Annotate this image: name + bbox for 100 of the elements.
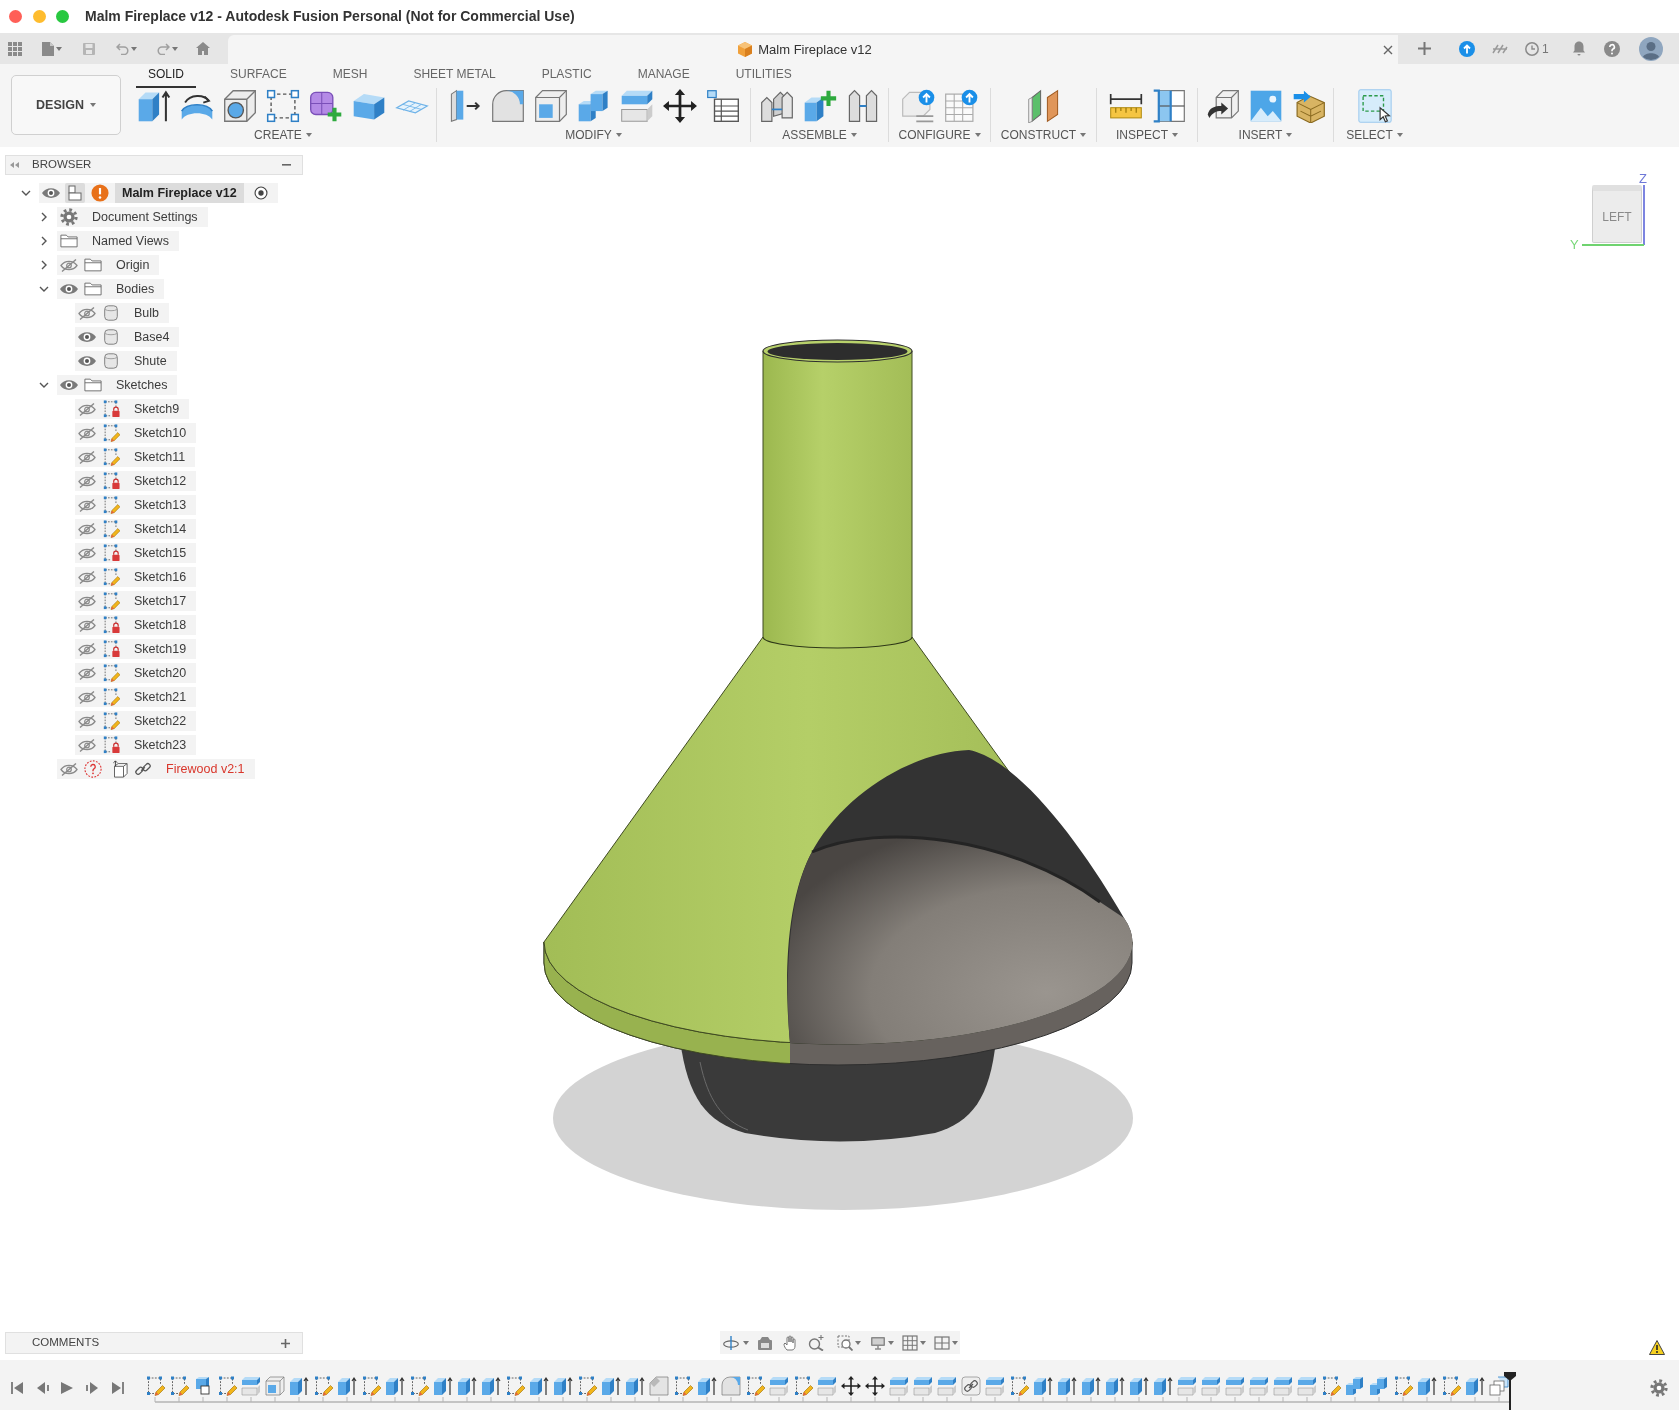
- help-icon[interactable]: [1603, 40, 1620, 57]
- tree-item[interactable]: Sketch18: [75, 615, 197, 635]
- eye-slash-icon[interactable]: [78, 570, 96, 584]
- cube-plus-icon[interactable]: [802, 89, 837, 123]
- two-cubes-icon[interactable]: [576, 89, 611, 123]
- joint-parts-icon[interactable]: [759, 89, 794, 123]
- tree-item[interactable]: Sketch12: [75, 471, 197, 491]
- step-forward-icon[interactable]: [86, 1382, 98, 1394]
- eye-slash-icon[interactable]: [78, 546, 96, 560]
- eye-slash-icon[interactable]: [78, 666, 96, 680]
- chevron-right-icon[interactable]: [41, 260, 47, 270]
- caret-icon[interactable]: [855, 1340, 861, 1345]
- tree-item[interactable]: Firewood v2:1: [57, 759, 255, 779]
- hand-icon[interactable]: [783, 1334, 799, 1351]
- image-icon[interactable]: [1248, 89, 1283, 123]
- tree-item[interactable]: Sketch20: [75, 663, 197, 683]
- dashed-frame-icon[interactable]: [266, 89, 300, 123]
- tool-group-menu[interactable]: SELECT: [1346, 128, 1403, 142]
- eye-slash-icon[interactable]: [78, 450, 96, 464]
- dashed-frame-pencil-icon[interactable]: [409, 1376, 429, 1396]
- overlapping-squares-icon[interactable]: [1489, 1376, 1509, 1396]
- cube-square-icon[interactable]: [193, 1376, 213, 1396]
- workspace-tab[interactable]: MANAGE: [625, 64, 702, 88]
- dashed-frame-pencil-icon[interactable]: [1321, 1376, 1341, 1396]
- two-cubes-icon[interactable]: [1345, 1376, 1365, 1396]
- move-arrows-icon[interactable]: [662, 89, 697, 123]
- eye-slash-icon[interactable]: [78, 594, 96, 608]
- sliders-badge-icon[interactable]: [901, 89, 935, 123]
- chain-link-icon[interactable]: [961, 1376, 981, 1396]
- eye-slash-icon[interactable]: [60, 258, 78, 272]
- stacked-slabs-icon[interactable]: [889, 1376, 909, 1396]
- tool-group-menu[interactable]: MODIFY: [565, 128, 622, 142]
- skip-to-end-icon[interactable]: [112, 1382, 124, 1394]
- box-hole-icon[interactable]: [223, 89, 257, 123]
- stacked-slabs-icon[interactable]: [985, 1376, 1005, 1396]
- dashed-frame-pencil-icon[interactable]: [361, 1376, 381, 1396]
- hollow-box-icon[interactable]: [533, 89, 568, 123]
- tree-item[interactable]: Bodies: [57, 279, 165, 299]
- tree-item[interactable]: Sketch21: [75, 687, 197, 707]
- eye-icon[interactable]: [42, 188, 60, 198]
- beveled-block-icon[interactable]: [649, 1376, 669, 1396]
- stacked-slabs-icon[interactable]: [937, 1376, 957, 1396]
- redo-icon[interactable]: [157, 42, 170, 55]
- tool-group-menu[interactable]: INSPECT: [1116, 128, 1178, 142]
- tree-item[interactable]: Sketch22: [75, 711, 197, 731]
- workspace-tab[interactable]: SHEET METAL: [401, 64, 508, 88]
- workspace-tab[interactable]: MESH: [320, 64, 380, 88]
- table-badge-icon[interactable]: [944, 89, 978, 123]
- move-arrows-icon[interactable]: [865, 1376, 885, 1396]
- rounded-block-icon[interactable]: [490, 89, 525, 123]
- stacked-slabs-icon[interactable]: [817, 1376, 837, 1396]
- stacked-slabs-icon[interactable]: [1273, 1376, 1293, 1396]
- plus-icon[interactable]: [281, 1338, 290, 1348]
- minimize-icon[interactable]: [282, 164, 291, 166]
- tree-item[interactable]: Shute: [75, 351, 177, 371]
- rounded-cube-plus-icon[interactable]: [309, 89, 343, 123]
- tool-group-menu[interactable]: CREATE: [254, 128, 312, 142]
- warning-icon[interactable]: [1649, 1340, 1665, 1355]
- parameter-table-icon[interactable]: [705, 89, 740, 123]
- dashed-frame-pencil-icon[interactable]: [217, 1376, 237, 1396]
- eye-icon[interactable]: [78, 356, 96, 366]
- caret-icon[interactable]: [920, 1340, 926, 1345]
- eye-slash-icon[interactable]: [78, 690, 96, 704]
- stacked-slabs-icon[interactable]: [619, 89, 654, 123]
- upload-icon[interactable]: [1459, 40, 1475, 57]
- chevron-down-icon[interactable]: [39, 286, 49, 292]
- close-window-icon[interactable]: [9, 10, 22, 23]
- tool-group-menu[interactable]: ASSEMBLE: [782, 128, 857, 142]
- workspace-tab[interactable]: UTILITIES: [723, 64, 804, 88]
- zoom-window-icon[interactable]: [56, 10, 69, 23]
- tree-item[interactable]: Sketch23: [75, 735, 197, 755]
- stacked-slabs-icon[interactable]: [1297, 1376, 1317, 1396]
- tree-item[interactable]: Sketch14: [75, 519, 197, 539]
- two-cubes-icon[interactable]: [1369, 1376, 1389, 1396]
- dashed-frame-pencil-icon[interactable]: [313, 1376, 333, 1396]
- workspace-dropdown[interactable]: DESIGN: [11, 75, 121, 135]
- grid-icon[interactable]: [902, 1334, 918, 1351]
- tool-group-menu[interactable]: CONSTRUCT: [1000, 128, 1087, 142]
- dashed-frame-pencil-icon[interactable]: [505, 1376, 525, 1396]
- dashed-frame-pencil-icon[interactable]: [745, 1376, 765, 1396]
- tree-item[interactable]: Malm Fireplace v12: [39, 183, 278, 203]
- caret-icon[interactable]: [56, 46, 62, 51]
- stacked-slabs-icon[interactable]: [1225, 1376, 1245, 1396]
- cube-arrow-icon[interactable]: [137, 89, 171, 123]
- stacked-slabs-icon[interactable]: [241, 1376, 261, 1396]
- dashed-frame-pencil-icon[interactable]: [673, 1376, 693, 1396]
- tree-item[interactable]: Sketch13: [75, 495, 197, 515]
- tree-item[interactable]: Bulb: [75, 303, 170, 323]
- dashed-frame-pencil-icon[interactable]: [1009, 1376, 1029, 1396]
- tool-group-menu[interactable]: CONFIGURE: [898, 128, 981, 142]
- stacked-slabs-icon[interactable]: [913, 1376, 933, 1396]
- eye-slash-icon[interactable]: [78, 522, 96, 536]
- stacked-slabs-icon[interactable]: [769, 1376, 789, 1396]
- hollow-box-icon[interactable]: [265, 1376, 285, 1396]
- tree-item[interactable]: Named Views: [57, 231, 179, 251]
- timeline-marker[interactable]: [1504, 1372, 1516, 1410]
- eye-slash-icon[interactable]: [78, 498, 96, 512]
- slanted-lines-icon[interactable]: [1492, 43, 1508, 54]
- eye-icon[interactable]: [60, 380, 78, 390]
- caret-icon[interactable]: [952, 1340, 958, 1345]
